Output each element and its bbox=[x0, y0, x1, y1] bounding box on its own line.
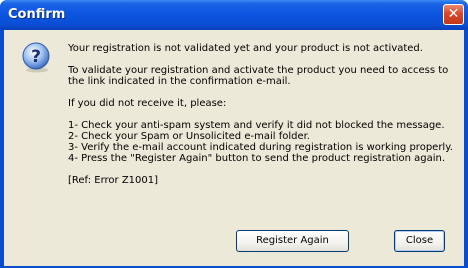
question-icon: ? bbox=[22, 42, 50, 73]
close-window-button[interactable]: ✕ bbox=[443, 4, 464, 25]
confirm-dialog: Confirm ✕ ? Your registration is not val… bbox=[0, 0, 468, 268]
title-bar[interactable]: Confirm ✕ bbox=[0, 0, 468, 30]
dialog-body: ? Your registration is not validated yet… bbox=[4, 30, 464, 266]
message-line: 4- Press the "Register Again" button to … bbox=[68, 153, 446, 164]
message-line: Your registration is not validated yet a… bbox=[68, 43, 423, 54]
register-again-button[interactable]: Register Again bbox=[236, 230, 349, 252]
message-text: Your registration is not validated yet a… bbox=[68, 43, 462, 186]
window-title: Confirm bbox=[8, 7, 66, 22]
message-line: 2- Check your Spam or Unsolicited e-mail… bbox=[68, 131, 310, 142]
message-line: To validate your registration and activa… bbox=[68, 65, 449, 76]
window-border-right bbox=[464, 30, 468, 268]
message-line: If you did not receive it, please: bbox=[68, 98, 227, 109]
close-button-label: Close bbox=[405, 235, 434, 246]
close-button[interactable]: Close bbox=[394, 230, 445, 252]
message-line: the link indicated in the confirmation e… bbox=[68, 76, 291, 87]
svg-text:?: ? bbox=[31, 47, 41, 67]
message-line: 1- Check your anti-spam system and verif… bbox=[68, 120, 445, 131]
message-line: 3- Verify the e-mail account indicated d… bbox=[68, 142, 453, 153]
error-reference: [Ref: Error Z1001] bbox=[68, 175, 159, 186]
